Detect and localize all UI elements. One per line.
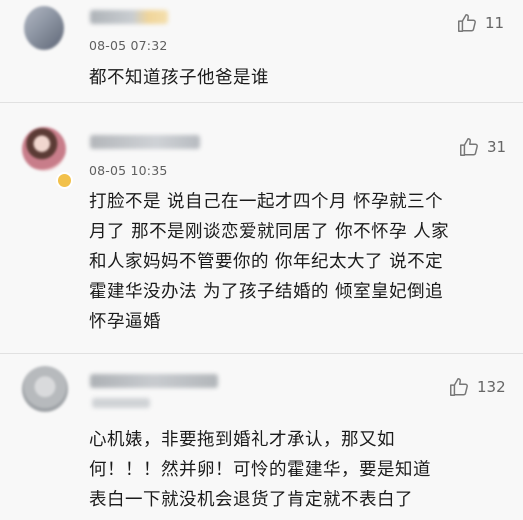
username[interactable] [90, 10, 168, 24]
thumbs-up-icon [458, 136, 480, 158]
comment-time: 08-05 10:35 [89, 163, 168, 178]
avatar[interactable] [22, 366, 68, 412]
like-button[interactable]: 31 [458, 136, 506, 158]
comment-item: 08-05 10:35 31 打脸不是 说自己在一起才四个月 怀孕就三个 月了 … [0, 103, 523, 353]
thumbs-up-icon [448, 376, 470, 398]
like-button[interactable]: 132 [448, 376, 506, 398]
like-count: 132 [477, 378, 506, 396]
badge-icon [56, 172, 73, 189]
user-tag [92, 398, 150, 408]
like-count: 11 [485, 14, 505, 32]
comment-item: 132 心机婊，非要拖到婚礼才承认，那又如 何！！！然并卵！可怜的霍建华，要是知… [0, 354, 523, 520]
like-count: 31 [487, 138, 507, 156]
like-button[interactable]: 11 [456, 12, 504, 34]
thumbs-up-icon [456, 12, 478, 34]
username[interactable] [90, 374, 218, 388]
comment-text: 都不知道孩子他爸是谁 [89, 68, 269, 88]
comment-text: 心机婊，非要拖到婚礼才承认，那又如 何！！！然并卵！可怜的霍建华，要是知道 表白… [89, 430, 431, 510]
avatar[interactable] [24, 6, 64, 50]
comment-time: 08-05 07:32 [89, 38, 168, 53]
username[interactable] [90, 135, 200, 149]
comment-text: 打脸不是 说自己在一起才四个月 怀孕就三个 月了 那不是刚谈恋爱就同居了 你不怀… [89, 192, 450, 332]
comment-item: 08-05 07:32 11 都不知道孩子他爸是谁 [0, 0, 523, 102]
avatar[interactable] [22, 127, 66, 171]
